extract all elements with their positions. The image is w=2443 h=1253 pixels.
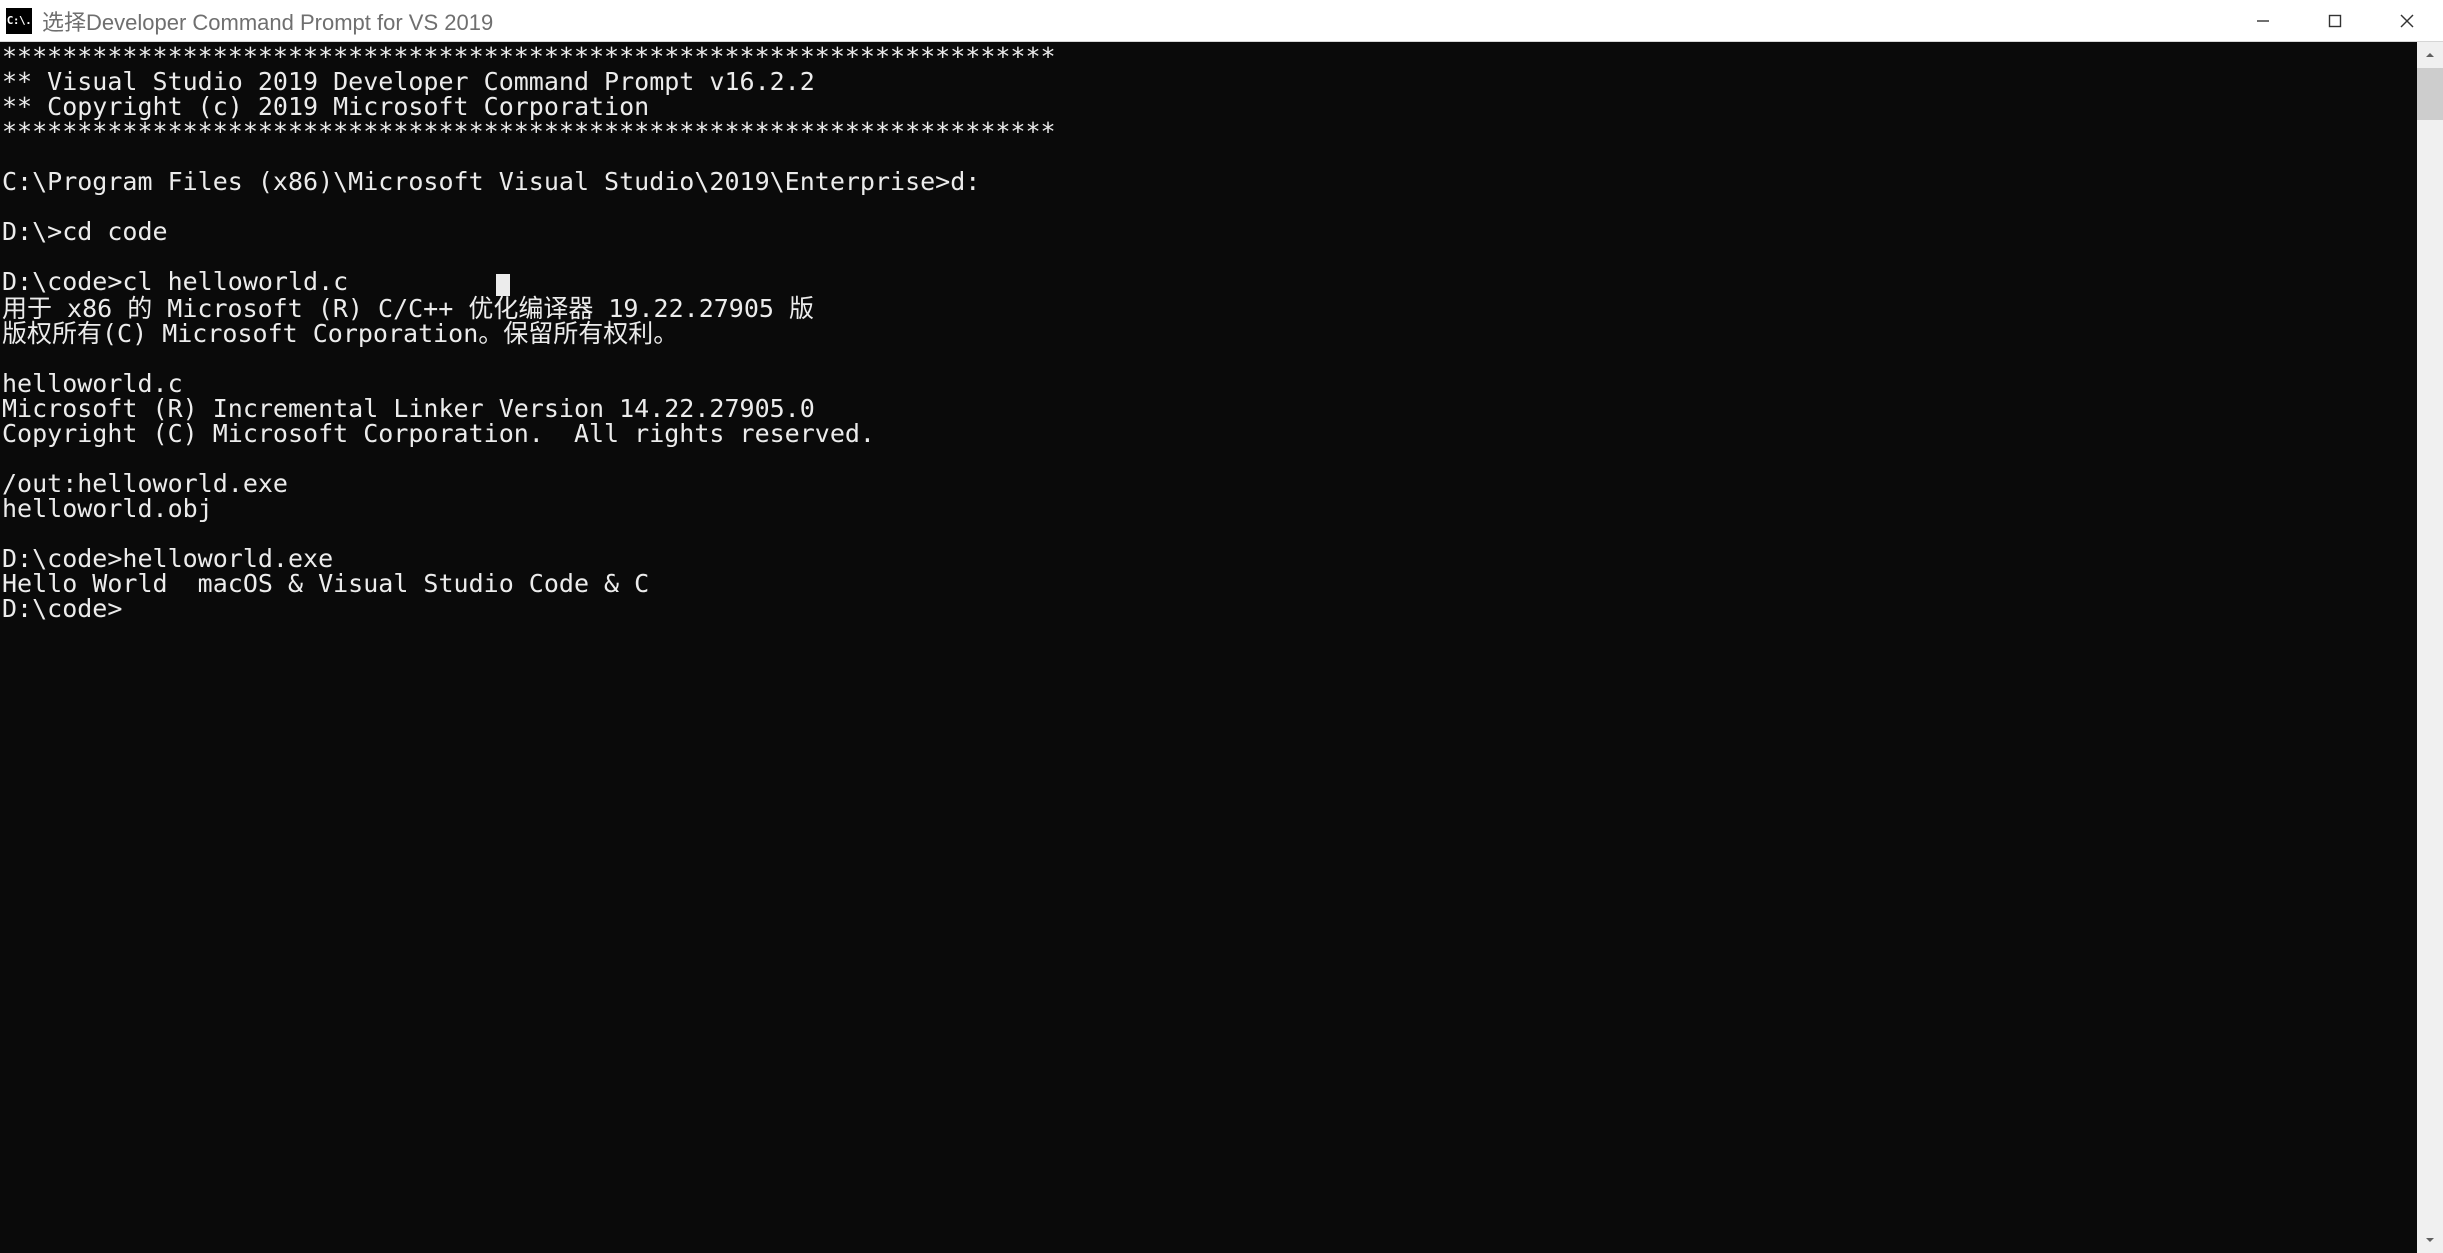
console-line: helloworld.obj bbox=[2, 496, 2415, 521]
console-line bbox=[2, 446, 2415, 471]
scroll-down-button[interactable] bbox=[2417, 1227, 2443, 1253]
app-icon: C:\. bbox=[6, 8, 32, 34]
console-line bbox=[2, 244, 2415, 269]
console-output[interactable]: ****************************************… bbox=[0, 42, 2417, 1253]
console-line: ****************************************… bbox=[2, 119, 2415, 144]
console-line: C:\Program Files (x86)\Microsoft Visual … bbox=[2, 169, 2415, 194]
console-line: ****************************************… bbox=[2, 44, 2415, 69]
vertical-scrollbar[interactable] bbox=[2417, 42, 2443, 1253]
console-line: Hello World macOS & Visual Studio Code &… bbox=[2, 571, 2415, 596]
console-line: ** Visual Studio 2019 Developer Command … bbox=[2, 69, 2415, 94]
console-line bbox=[2, 144, 2415, 169]
titlebar[interactable]: C:\. 选择Developer Command Prompt for VS 2… bbox=[0, 0, 2443, 42]
window-controls bbox=[2227, 0, 2443, 41]
maximize-icon bbox=[2328, 14, 2342, 28]
console-line bbox=[2, 521, 2415, 546]
scroll-track[interactable] bbox=[2417, 68, 2443, 1227]
console-wrapper: ****************************************… bbox=[0, 42, 2443, 1253]
close-button[interactable] bbox=[2371, 0, 2443, 41]
console-line: helloworld.c bbox=[2, 371, 2415, 396]
console-line: D:\>cd code bbox=[2, 219, 2415, 244]
text-cursor bbox=[496, 274, 510, 296]
minimize-icon bbox=[2256, 14, 2270, 28]
app-icon-label: C:\. bbox=[7, 14, 32, 27]
console-line: D:\code> bbox=[2, 596, 2415, 621]
maximize-button[interactable] bbox=[2299, 0, 2371, 41]
console-line: Copyright (C) Microsoft Corporation. All… bbox=[2, 421, 2415, 446]
console-line: 用于 x86 的 Microsoft (R) C/C++ 优化编译器 19.22… bbox=[2, 296, 2415, 321]
chevron-down-icon bbox=[2424, 1234, 2436, 1246]
console-line: Microsoft (R) Incremental Linker Version… bbox=[2, 396, 2415, 421]
window-title: 选择Developer Command Prompt for VS 2019 bbox=[42, 5, 2227, 37]
console-line bbox=[2, 346, 2415, 371]
minimize-button[interactable] bbox=[2227, 0, 2299, 41]
console-line bbox=[2, 194, 2415, 219]
console-line: D:\code>helloworld.exe bbox=[2, 546, 2415, 571]
console-line: D:\code>cl helloworld.c bbox=[2, 269, 2415, 296]
scroll-up-button[interactable] bbox=[2417, 42, 2443, 68]
scroll-thumb[interactable] bbox=[2417, 68, 2443, 120]
chevron-up-icon bbox=[2424, 49, 2436, 61]
console-line: ** Copyright (c) 2019 Microsoft Corporat… bbox=[2, 94, 2415, 119]
close-icon bbox=[2400, 14, 2414, 28]
console-line: /out:helloworld.exe bbox=[2, 471, 2415, 496]
console-line: 版权所有(C) Microsoft Corporation。保留所有权利。 bbox=[2, 321, 2415, 346]
